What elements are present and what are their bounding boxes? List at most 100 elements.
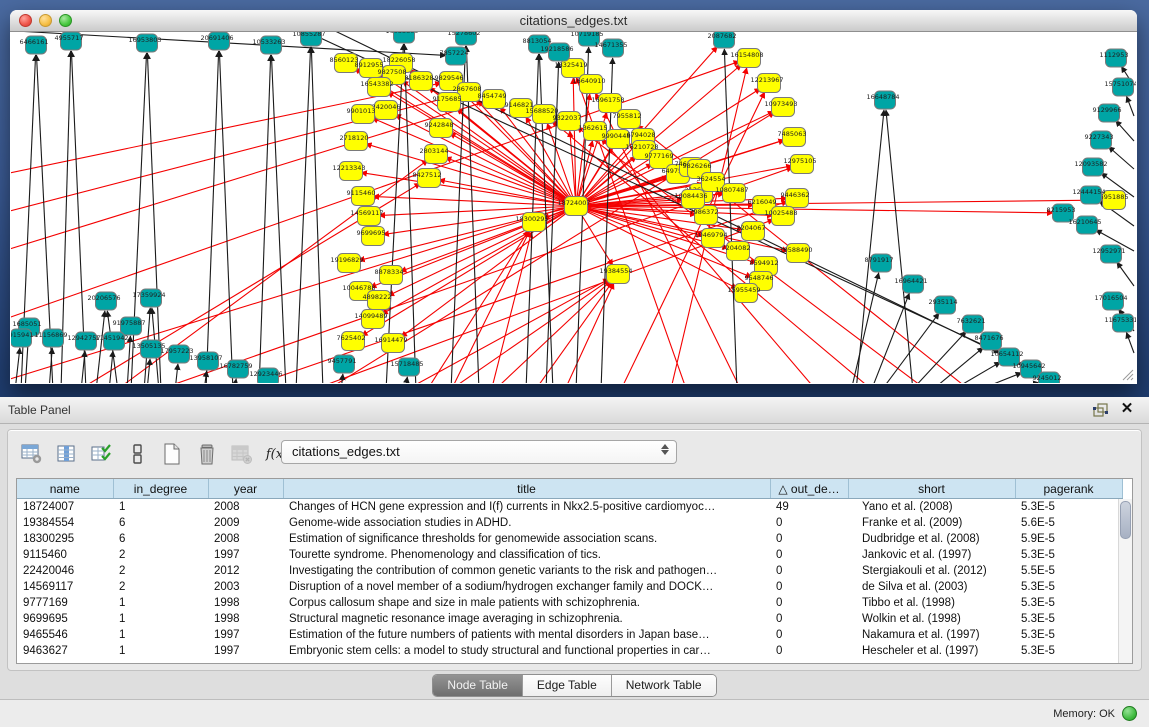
table-scrollbar-thumb[interactable] (1120, 501, 1131, 539)
tab-network-table[interactable]: Network Table (612, 675, 716, 696)
import-table-icon[interactable] (230, 442, 254, 466)
table-row[interactable]: 946554611997Estimation of the future num… (17, 627, 1122, 643)
table-row[interactable]: 2242004622012Investigating the contribut… (17, 563, 1122, 579)
table-cell[interactable]: 1998 (208, 611, 283, 627)
show-columns-icon[interactable] (55, 442, 79, 466)
table-cell[interactable]: Wolkin et al. (1998) (848, 611, 1015, 627)
table-cell[interactable]: Corpus callosum shape and size in male p… (283, 595, 770, 611)
table-cell[interactable]: 14569117 (17, 579, 113, 595)
table-cell[interactable]: 0 (770, 563, 848, 579)
network-window-titlebar[interactable]: citations_edges.txt (10, 10, 1137, 32)
table-scrollbar[interactable] (1118, 499, 1132, 663)
table-cell[interactable]: Changes of HCN gene expression and I(f) … (283, 499, 770, 516)
table-cell[interactable]: 6 (113, 515, 208, 531)
table-row[interactable]: 1938455462009Genome-wide association stu… (17, 515, 1122, 531)
table-row[interactable]: 1872400712008Changes of HCN gene express… (17, 499, 1122, 516)
table-cell[interactable]: 1997 (208, 547, 283, 563)
table-cell[interactable]: 2009 (208, 515, 283, 531)
table-cell[interactable]: 1998 (208, 595, 283, 611)
column-header-name[interactable]: name (17, 479, 113, 499)
table-cell[interactable]: 5.5E-5 (1015, 563, 1122, 579)
table-cell[interactable]: 5.3E-5 (1015, 499, 1122, 516)
table-cell[interactable]: 5.3E-5 (1015, 611, 1122, 627)
table-cell[interactable]: Genome-wide association studies in ADHD. (283, 515, 770, 531)
table-cell[interactable]: Embryonic stem cells: a model to study s… (283, 643, 770, 659)
table-cell[interactable]: Franke et al. (2009) (848, 515, 1015, 531)
network-table-select[interactable]: citations_edges.txt (281, 440, 677, 464)
tab-edge-table[interactable]: Edge Table (523, 675, 612, 696)
float-panel-icon[interactable] (1093, 403, 1109, 417)
table-cell[interactable]: 0 (770, 595, 848, 611)
table-row[interactable]: 946362711997Embryonic stem cells: a mode… (17, 643, 1122, 659)
table-cell[interactable]: 1997 (208, 643, 283, 659)
zoom-window-icon[interactable] (59, 14, 72, 27)
table-cell[interactable]: Tibbo et al. (1998) (848, 595, 1015, 611)
table-cell[interactable]: Disruption of a novel member of a sodium… (283, 579, 770, 595)
column-header-out_de[interactable]: △ out_de… (770, 479, 848, 499)
table-cell[interactable]: 1 (113, 595, 208, 611)
table-row[interactable]: 977716911998Corpus callosum shape and si… (17, 595, 1122, 611)
row-height-icon[interactable] (125, 442, 149, 466)
table-cell[interactable]: 18724007 (17, 499, 113, 516)
table-cell[interactable]: 5.3E-5 (1015, 627, 1122, 643)
table-cell[interactable]: 49 (770, 499, 848, 516)
table-cell[interactable]: Stergiakouli et al. (2012) (848, 563, 1015, 579)
table-cell[interactable]: 18300295 (17, 531, 113, 547)
table-cell[interactable]: 0 (770, 531, 848, 547)
table-row[interactable]: 969969511998Structural magnetic resonanc… (17, 611, 1122, 627)
table-cell[interactable]: de Silva et al. (2003) (848, 579, 1015, 595)
table-cell[interactable]: 2003 (208, 579, 283, 595)
table-cell[interactable]: Yano et al. (2008) (848, 499, 1015, 516)
table-cell[interactable]: 1 (113, 499, 208, 516)
table-cell[interactable]: Tourette syndrome. Phenomenology and cla… (283, 547, 770, 563)
table-cell[interactable]: 2 (113, 579, 208, 595)
table-cell[interactable]: 2 (113, 547, 208, 563)
table-cell[interactable]: Jankovic et al. (1997) (848, 547, 1015, 563)
table-cell[interactable]: 2008 (208, 499, 283, 516)
table-cell[interactable]: 1 (113, 627, 208, 643)
table-row[interactable]: 911546021997Tourette syndrome. Phenomeno… (17, 547, 1122, 563)
table-cell[interactable]: 5.3E-5 (1015, 595, 1122, 611)
table-cell[interactable]: Investigating the contribution of common… (283, 563, 770, 579)
resize-grip-icon[interactable] (1120, 367, 1134, 381)
table-cell[interactable]: 5.3E-5 (1015, 547, 1122, 563)
table-row[interactable]: 1456911722003Disruption of a novel membe… (17, 579, 1122, 595)
table-cell[interactable]: 0 (770, 643, 848, 659)
column-header-year[interactable]: year (208, 479, 283, 499)
table-cell[interactable]: 9115460 (17, 547, 113, 563)
table-cell[interactable]: Structural magnetic resonance image aver… (283, 611, 770, 627)
table-cell[interactable]: 0 (770, 547, 848, 563)
column-header-short[interactable]: short (848, 479, 1015, 499)
table-cell[interactable]: Nakamura et al. (1997) (848, 627, 1015, 643)
table-cell[interactable]: 2 (113, 563, 208, 579)
table-cell[interactable]: Estimation of the future numbers of pati… (283, 627, 770, 643)
minimize-window-icon[interactable] (39, 14, 52, 27)
table-cell[interactable]: 1 (113, 643, 208, 659)
table-cell[interactable]: 5.3E-5 (1015, 579, 1122, 595)
table-cell[interactable]: 9699695 (17, 611, 113, 627)
table-row[interactable]: 1830029562008Estimation of significance … (17, 531, 1122, 547)
table-cell[interactable]: 0 (770, 579, 848, 595)
network-canvas[interactable]: 1872400785601238912955182260589827508165… (11, 32, 1136, 383)
table-cell[interactable]: 2012 (208, 563, 283, 579)
network-view-window[interactable]: citations_edges.txt 18724007856012389129… (10, 10, 1137, 384)
create-table-icon[interactable] (160, 442, 184, 466)
column-header-pagerank[interactable]: pagerank (1015, 479, 1122, 499)
table-cell[interactable]: Hescheler et al. (1997) (848, 643, 1015, 659)
table-cell[interactable]: Estimation of significance thresholds fo… (283, 531, 770, 547)
table-cell[interactable]: 5.3E-5 (1015, 643, 1122, 659)
table-cell[interactable]: 1997 (208, 627, 283, 643)
table-settings-icon[interactable] (20, 442, 44, 466)
table-cell[interactable]: Dudbridge et al. (2008) (848, 531, 1015, 547)
table-cell[interactable]: 6 (113, 531, 208, 547)
table-cell[interactable]: 9463627 (17, 643, 113, 659)
table-cell[interactable]: 9777169 (17, 595, 113, 611)
tab-node-table[interactable]: Node Table (433, 675, 523, 696)
close-window-icon[interactable] (19, 14, 32, 27)
table-cell[interactable]: 5.6E-5 (1015, 515, 1122, 531)
table-cell[interactable]: 9465546 (17, 627, 113, 643)
select-spinner-icon[interactable] (661, 444, 669, 455)
column-header-in_degree[interactable]: in_degree (113, 479, 208, 499)
table-cell[interactable]: 0 (770, 611, 848, 627)
column-header-title[interactable]: title (283, 479, 770, 499)
